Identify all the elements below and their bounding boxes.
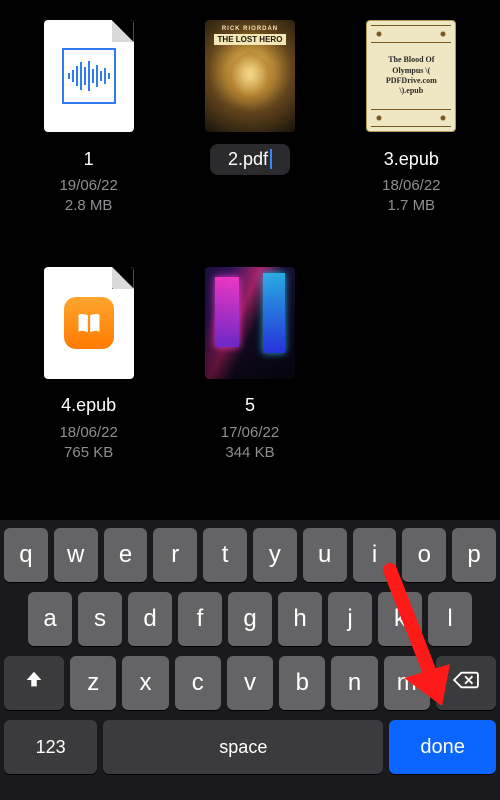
- rename-input[interactable]: 2.pdf: [210, 144, 290, 175]
- file-item[interactable]: 4.epub 18/06/22 765 KB: [12, 267, 165, 464]
- key-p[interactable]: p: [452, 528, 496, 582]
- key-w[interactable]: w: [54, 528, 98, 582]
- key-t[interactable]: t: [203, 528, 247, 582]
- key-u[interactable]: u: [303, 528, 347, 582]
- key-m[interactable]: m: [384, 656, 430, 710]
- key-s[interactable]: s: [78, 592, 122, 646]
- onscreen-keyboard: qwertyuiop asdfghjkl zxcvbnm 123 space d…: [0, 520, 500, 800]
- key-a[interactable]: a: [28, 592, 72, 646]
- key-n[interactable]: n: [331, 656, 377, 710]
- key-g[interactable]: g: [228, 592, 272, 646]
- key-h[interactable]: h: [278, 592, 322, 646]
- done-key[interactable]: done: [389, 720, 496, 774]
- file-meta: 18/06/22 1.7 MB: [382, 176, 440, 217]
- shift-key[interactable]: [4, 656, 64, 710]
- ibooks-icon: [64, 297, 114, 349]
- shift-icon: [23, 669, 45, 698]
- file-item[interactable]: The Blood Of Olympus \( PDFDrive.com \).…: [335, 20, 488, 217]
- key-e[interactable]: e: [104, 528, 148, 582]
- rename-value: 2.pdf: [228, 149, 268, 170]
- file-name: 5: [245, 395, 255, 416]
- key-c[interactable]: c: [175, 656, 221, 710]
- key-b[interactable]: b: [279, 656, 325, 710]
- key-y[interactable]: y: [253, 528, 297, 582]
- text-cursor: [270, 149, 272, 169]
- key-q[interactable]: q: [4, 528, 48, 582]
- file-thumbnail-image: [205, 267, 295, 379]
- file-meta: 17/06/22 344 KB: [221, 423, 279, 464]
- file-item[interactable]: RICK RIORDAN THE LOST HERO 2.pdf: [173, 20, 326, 217]
- file-meta: 18/06/22 765 KB: [59, 423, 117, 464]
- key-k[interactable]: k: [378, 592, 422, 646]
- numeric-key[interactable]: 123: [4, 720, 97, 774]
- file-thumbnail-ibooks: [44, 267, 134, 379]
- file-item[interactable]: 1 19/06/22 2.8 MB: [12, 20, 165, 217]
- space-key[interactable]: space: [103, 720, 383, 774]
- file-grid: 1 19/06/22 2.8 MB RICK RIORDAN THE LOST …: [0, 0, 500, 463]
- file-thumbnail-cover: RICK RIORDAN THE LOST HERO: [205, 20, 295, 132]
- backspace-key[interactable]: [436, 656, 496, 710]
- key-x[interactable]: x: [122, 656, 168, 710]
- audio-waveform-icon: [62, 48, 116, 104]
- file-thumbnail-cover: The Blood Of Olympus \( PDFDrive.com \).…: [366, 20, 456, 132]
- key-o[interactable]: o: [402, 528, 446, 582]
- key-i[interactable]: i: [353, 528, 397, 582]
- backspace-icon: [452, 669, 480, 698]
- file-meta: 19/06/22 2.8 MB: [59, 176, 117, 217]
- key-z[interactable]: z: [70, 656, 116, 710]
- file-name: 3.epub: [384, 149, 439, 170]
- key-r[interactable]: r: [153, 528, 197, 582]
- file-item[interactable]: 5 17/06/22 344 KB: [173, 267, 326, 464]
- file-name: 4.epub: [61, 395, 116, 416]
- key-l[interactable]: l: [428, 592, 472, 646]
- key-j[interactable]: j: [328, 592, 372, 646]
- file-name: 1: [84, 149, 94, 170]
- file-thumbnail-audio: [44, 20, 134, 132]
- key-d[interactable]: d: [128, 592, 172, 646]
- key-v[interactable]: v: [227, 656, 273, 710]
- key-f[interactable]: f: [178, 592, 222, 646]
